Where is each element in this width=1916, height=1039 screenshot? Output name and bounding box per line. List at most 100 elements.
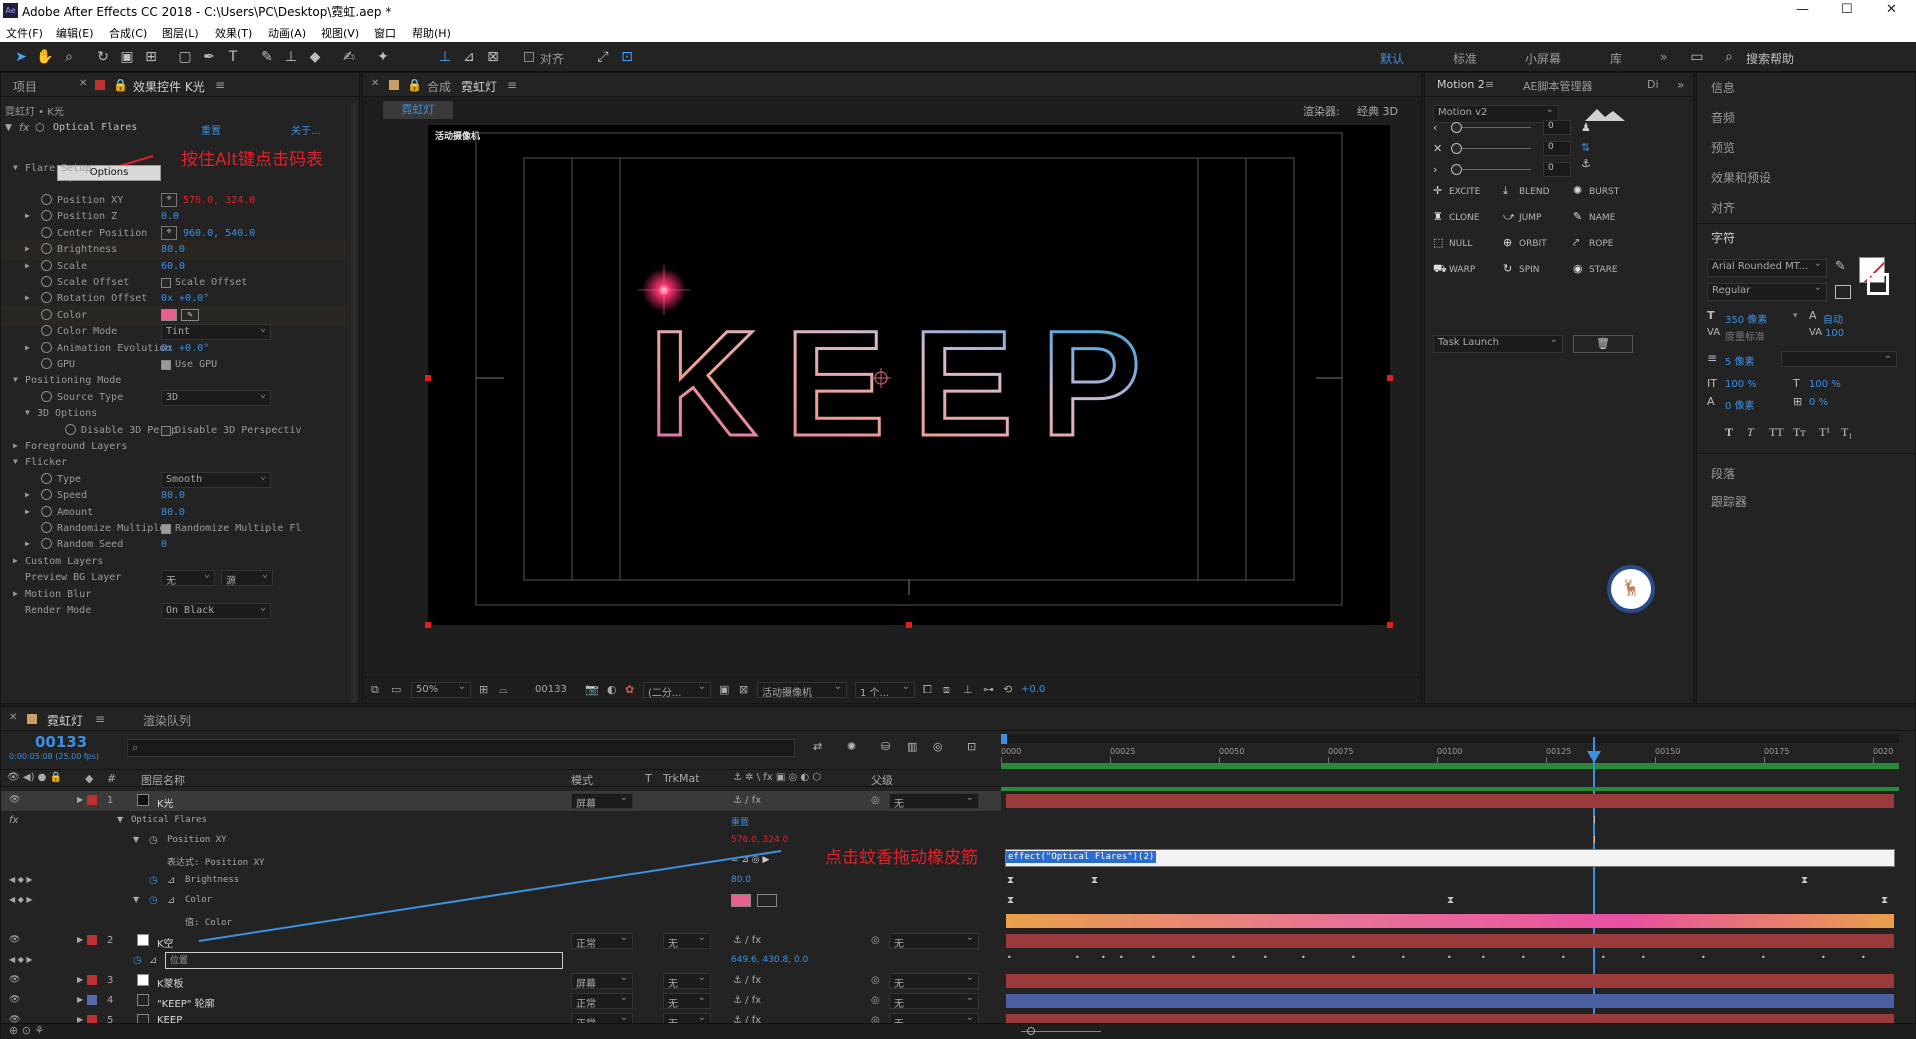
menu-help[interactable]: 帮助(H) (412, 25, 451, 41)
disclosure-triangle-icon[interactable]: ▼ (13, 457, 18, 466)
expression-text[interactable]: effect("Optical Flares")(2) (1006, 851, 1157, 863)
disclosure-triangle-icon[interactable]: ▶ (25, 539, 30, 548)
parent-pickwhip-icon[interactable]: ◎ (871, 795, 880, 806)
panel-align[interactable]: 对齐 (1711, 199, 1735, 216)
close-icon[interactable]: ✕ (79, 78, 87, 89)
view-axis-icon[interactable]: ⊠ (484, 48, 502, 66)
type-tool-icon[interactable]: T (224, 48, 242, 66)
zoom-tool-icon[interactable]: ⌕ (60, 48, 78, 66)
stroke-type-dropdown[interactable] (1781, 350, 1897, 367)
property-value[interactable]: 576.0, 324.0 (731, 835, 788, 845)
blend-mode-dropdown[interactable]: 屏幕 (571, 972, 633, 990)
header-layer-name[interactable]: 图层名称 (141, 772, 185, 788)
keyframe-marker[interactable]: ⧗ (1447, 895, 1454, 906)
disclosure-triangle-icon[interactable]: ▶ (25, 261, 30, 270)
stopwatch-icon[interactable] (41, 489, 52, 501)
panel-effects-presets[interactable]: 效果和预设 (1711, 169, 1771, 186)
blend-mode-dropdown[interactable]: 正常 (571, 992, 633, 1010)
property-value[interactable]: 649.6, 430.8, 0.0 (731, 955, 808, 965)
expression-field[interactable]: effect("Optical Flares")(2) (1005, 849, 1895, 867)
table-row[interactable]: 👁 ▶ 4 "KEEP" 轮廓 正常 无 ⚓ / fx ◎ 无 (1, 991, 1001, 1011)
menu-window[interactable]: 窗口 (374, 25, 396, 41)
eraser-tool-icon[interactable]: ◆ (306, 48, 324, 66)
keyframe-marker[interactable]: ⧗ (1801, 875, 1808, 886)
channel-icon[interactable]: ✿ (625, 683, 634, 696)
layer-name[interactable]: "KEEP" 轮廓 (157, 995, 215, 1010)
panel-menu-icon[interactable]: ≡ (507, 78, 517, 92)
motion-button-null[interactable]: ⬚ NULL (1433, 235, 1499, 253)
effect-property-value[interactable]: 0x +0.0° (161, 293, 209, 304)
snap-target-icon[interactable]: ⊡ (618, 48, 636, 66)
close-icon[interactable]: ✕ (9, 712, 17, 723)
font-style-dropdown[interactable]: Regular (1707, 282, 1827, 301)
keyframe-dot[interactable]: • (1447, 953, 1452, 962)
effect-property-value[interactable]: 0x +0.0° (161, 343, 209, 354)
close-button[interactable]: ✕ (1886, 2, 1897, 17)
baseline-shift-value[interactable]: 0 像素 (1725, 397, 1755, 412)
keyframe-dot[interactable]: • (1521, 953, 1526, 962)
camera-dropdown[interactable]: 活动摄像机 (757, 681, 847, 699)
keyframe-dot[interactable]: • (1231, 953, 1236, 962)
effect-scrollbar[interactable] (351, 103, 357, 703)
keyframe-dot[interactable]: • (1561, 953, 1566, 962)
keyframe-dot[interactable]: • (1263, 953, 1268, 962)
tab-project[interactable]: 项目 (13, 78, 37, 95)
keyframe-dot[interactable]: • (1191, 953, 1196, 962)
shy-layers-icon[interactable]: ⛁ (881, 740, 890, 753)
horizontal-scale-value[interactable]: 100 % (1809, 379, 1841, 390)
work-area-start-handle[interactable] (1001, 734, 1007, 744)
workspace-library[interactable]: 库 (1610, 50, 1622, 67)
effect-checkbox[interactable] (161, 425, 171, 436)
stopwatch-icon[interactable] (41, 522, 52, 533)
motion-button-rope[interactable]: ⤤ ROPE (1573, 235, 1639, 253)
keyframe-dot[interactable]: • (1151, 953, 1156, 962)
pickwhip-target-field[interactable]: 位置 (165, 952, 563, 969)
more-tabs-icon[interactable]: » (1677, 78, 1684, 92)
clone-stamp-tool-icon[interactable]: ⊥ (282, 48, 300, 66)
parent-pickwhip-icon[interactable]: ◎ (871, 975, 880, 986)
effect-checkbox[interactable] (161, 360, 171, 370)
all-caps-button[interactable]: TT (1769, 425, 1784, 440)
local-axis-icon[interactable]: ⊥ (436, 48, 454, 66)
effect-expand-icon[interactable]: ▼ (5, 123, 12, 133)
trkmat-dropdown[interactable]: 无 (663, 972, 711, 990)
tab-script-manager[interactable]: AE脚本管理器 (1523, 78, 1592, 94)
camera-tool-icon[interactable]: ▣ (118, 48, 136, 66)
panel-tracker[interactable]: 跟踪器 (1711, 493, 1747, 510)
handle-bottom[interactable] (906, 622, 912, 628)
trash-button[interactable]: 🗑 (1573, 335, 1633, 353)
keyframe-marker[interactable]: ⧗ (1091, 875, 1098, 886)
keyframe-marker[interactable]: ⧗ (1007, 895, 1014, 906)
keyframe-marker[interactable]: ⧗ (1881, 895, 1888, 906)
stopwatch-icon[interactable]: ◷ (133, 955, 142, 966)
motion-slider-value[interactable]: 0 (1543, 162, 1571, 177)
table-row[interactable]: ◀ ◆ ▶ ◷ ⊿ 位置 649.6, 430.8, 0.0 (1, 951, 1001, 971)
layer-expand-icon[interactable]: ▶ (77, 975, 83, 984)
effect-checkbox[interactable] (161, 524, 171, 534)
roi-icon[interactable]: ▣ (719, 683, 729, 696)
menu-view[interactable]: 视图(V) (321, 25, 359, 41)
vertical-scale-value[interactable]: 100 % (1725, 379, 1757, 390)
disclosure-triangle-icon[interactable]: ▶ (13, 556, 18, 565)
table-row[interactable]: 👁 ▶ 3 K蒙板 屏幕 无 ⚓ / fx ◎ 无 (1, 971, 1001, 991)
stroke-color-swatch[interactable] (1867, 273, 1889, 295)
comp-viewer[interactable]: 活动摄像机 KEEP (425, 125, 1393, 628)
handle-left[interactable] (425, 375, 431, 381)
motion-button-warp[interactable]: ⛟ WARP (1433, 261, 1499, 279)
visibility-icon[interactable]: 👁 (9, 975, 20, 985)
stopwatch-icon[interactable] (65, 423, 76, 435)
tracking-value[interactable]: 100 (1825, 328, 1844, 339)
time-ruler[interactable]: 0000 00025 00050 00075 00100 00125 00150 00175 0… (1001, 733, 1899, 769)
keyframe-dot[interactable]: • (1821, 953, 1826, 962)
handle-bottom-right[interactable] (1387, 622, 1393, 628)
stopwatch-icon[interactable]: ◷ (149, 835, 158, 846)
keyframe-dot[interactable]: • (1075, 953, 1080, 962)
parent-dropdown[interactable]: 无 (889, 792, 979, 810)
menu-effect[interactable]: 效果(T) (215, 25, 252, 41)
hand-tool-icon[interactable]: ✋ (36, 48, 54, 66)
stopwatch-icon[interactable] (41, 341, 52, 353)
motion-button-name[interactable]: ✎ NAME (1573, 209, 1639, 227)
effect-property-value[interactable]: 0.0 (161, 211, 179, 222)
layer-expand-icon[interactable]: ▶ (77, 995, 83, 1004)
keyframe-dot[interactable]: • (1401, 953, 1406, 962)
